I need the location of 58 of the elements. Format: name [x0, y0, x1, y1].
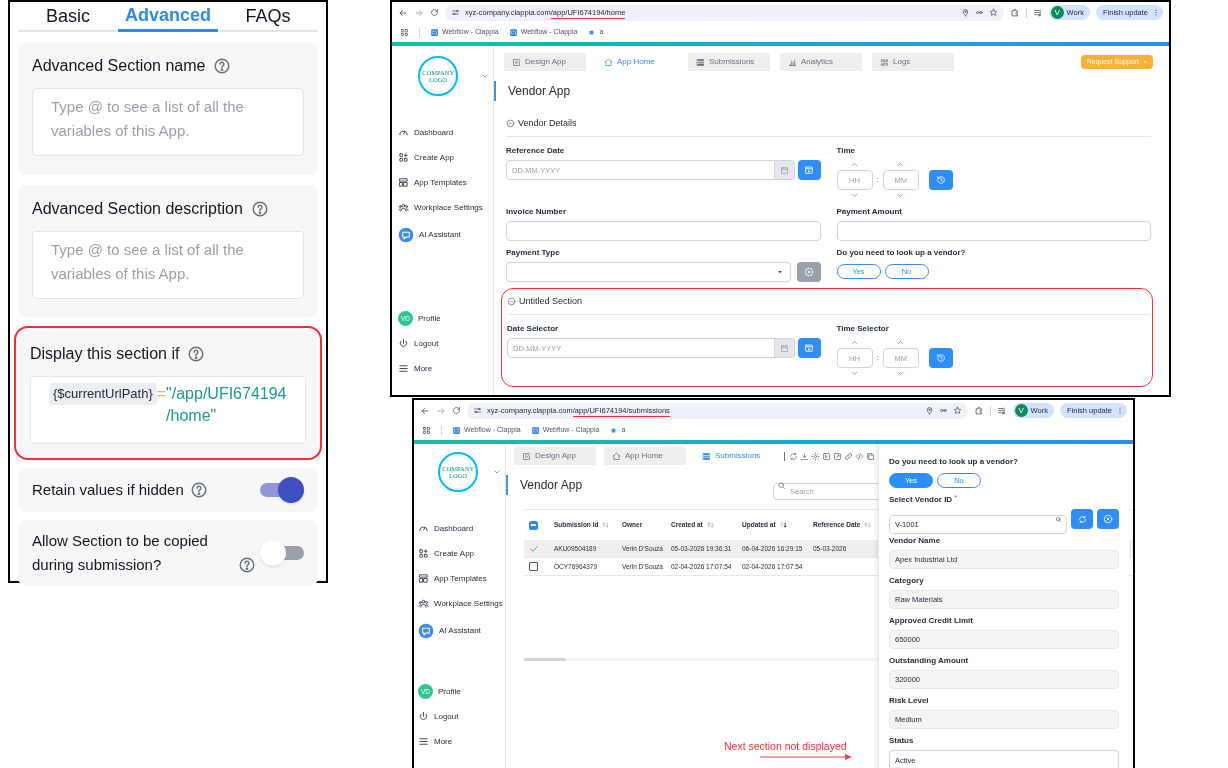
sidebar-item[interactable]: App Templates	[398, 170, 493, 195]
field-label: Do you need to look up a vendor?	[836, 247, 966, 259]
tab[interactable]: Logs	[872, 53, 954, 71]
text-area[interactable]: Type @ to see a list of all the variables of this App.	[32, 231, 304, 299]
sidebar-item[interactable]: Dashboard	[398, 120, 493, 145]
tab[interactable]: FAQs	[218, 2, 318, 30]
sidebar-item[interactable]: AI Assistant	[398, 220, 493, 249]
field-label: Time Selector	[836, 323, 889, 335]
field-label: Select Vendor ID	[889, 494, 953, 506]
field-label: Category	[889, 575, 924, 587]
sidebar-item[interactable]: Create App	[418, 541, 505, 566]
tab[interactable]: Submissions	[688, 53, 770, 71]
section-title: Untitled Section	[519, 294, 583, 308]
avatar: V	[1014, 404, 1028, 417]
field-label: Date Selector	[507, 323, 559, 335]
field-label: Time	[836, 145, 856, 157]
field-label: Reference Date	[506, 145, 565, 157]
tab[interactable]: Analytics	[780, 53, 862, 71]
field-label: Advanced Section description	[32, 199, 243, 219]
sidebar-item[interactable]: Workplace Settings	[418, 591, 505, 616]
condition-value: "/app/UFI674194/home"	[166, 384, 287, 426]
field-label: Risk Level	[889, 695, 929, 707]
time-separator: :	[876, 352, 879, 364]
page-title: Vendor App	[506, 475, 583, 495]
sidebar-item[interactable]: AI Assistant	[418, 616, 505, 645]
field-label: Invoice Number	[506, 206, 566, 218]
sidebar-item[interactable]: Logout	[418, 704, 505, 729]
field-label: Payment Amount	[836, 206, 902, 218]
section-title: Vendor Details	[518, 116, 577, 130]
sidebar-item[interactable]: More	[398, 356, 493, 381]
toggle-label: Retain values if hidden	[32, 480, 184, 500]
field-label: Approved Credit Limit	[889, 615, 973, 627]
avatar: V	[1050, 6, 1064, 19]
sidebar-item[interactable]: App Templates	[418, 566, 505, 591]
variable-chip: {$currentUrlPath}	[49, 383, 157, 405]
text-area[interactable]: Type @ to see a list of all the variables of this App.	[32, 88, 304, 156]
time-separator: :	[876, 174, 879, 186]
tab[interactable]: App Home	[604, 447, 686, 465]
operator: =	[156, 384, 167, 404]
field-label: Do you need to look up a vendor?	[889, 456, 1018, 468]
toggle-label: Allow Section to be copied during submission?	[32, 531, 209, 575]
sidebar-item[interactable]: Create App	[398, 145, 493, 170]
tab[interactable]: Design App	[504, 53, 586, 71]
field-label: Advanced Section name	[32, 56, 206, 76]
page-title: Vendor App	[494, 81, 1153, 101]
tab[interactable]: Basic	[18, 2, 118, 30]
field-label: Payment Type	[506, 247, 560, 259]
field-label: Status	[889, 735, 914, 747]
annotation-text: Next section not displayed	[724, 739, 847, 754]
sidebar-item[interactable]: Dashboard	[418, 516, 505, 541]
sidebar-item[interactable]: Logout	[398, 331, 493, 356]
field-label: Display this section if	[30, 344, 180, 364]
sidebar-item[interactable]: More	[418, 729, 505, 754]
tab[interactable]: Advanced	[118, 2, 218, 32]
sidebar-item[interactable]: Workplace Settings	[398, 195, 493, 220]
condition-field[interactable]: {$currentUrlPath} ="/app/UFI674194/home"	[30, 376, 306, 444]
field-label: Outstanding Amount	[889, 655, 969, 667]
tab[interactable]: Design App	[514, 447, 596, 465]
